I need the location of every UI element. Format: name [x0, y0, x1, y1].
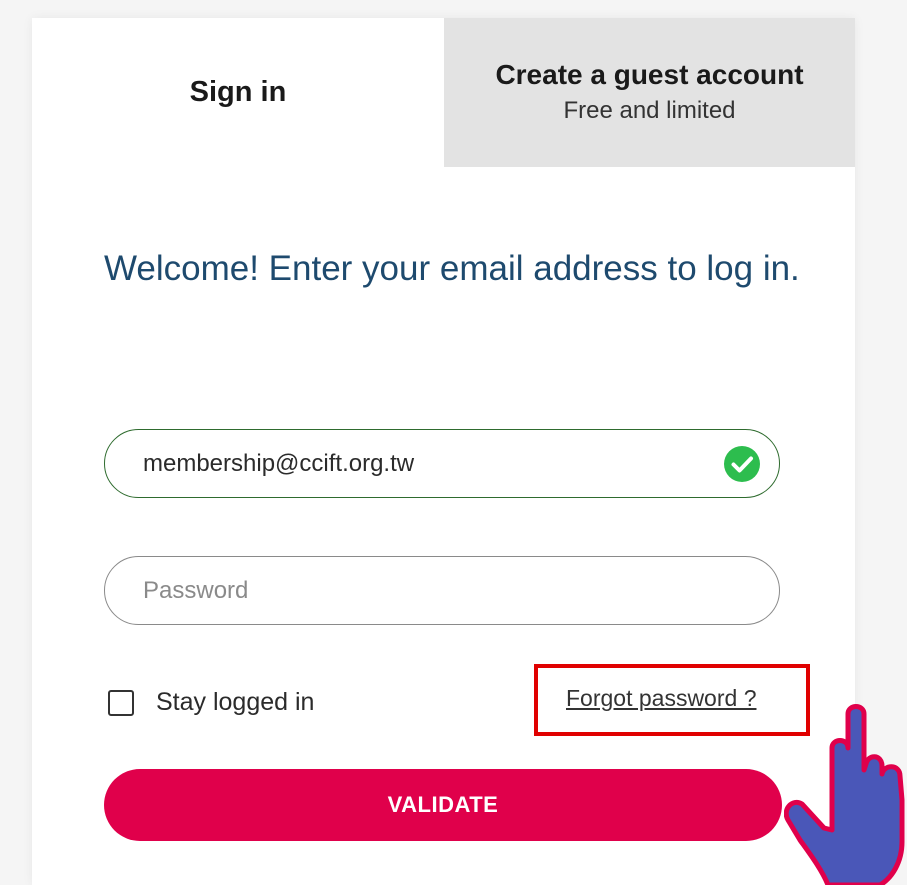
- welcome-message: Welcome! Enter your email address to log…: [104, 249, 800, 288]
- validate-button[interactable]: VALIDATE: [104, 769, 782, 841]
- tab-sign-in-label: Sign in: [189, 76, 287, 108]
- tab-sign-in[interactable]: Sign in: [32, 18, 444, 167]
- pointing-hand-icon: [784, 704, 905, 885]
- email-field-wrapper: [104, 429, 780, 498]
- email-input[interactable]: [143, 449, 703, 478]
- stay-logged-in-row[interactable]: Stay logged in: [108, 688, 314, 717]
- tab-guest-title: Create a guest account: [495, 58, 804, 90]
- password-input[interactable]: [143, 576, 703, 605]
- forgot-password-link[interactable]: Forgot password ?: [566, 685, 756, 712]
- login-card: Sign in Create a guest account Free and …: [32, 18, 855, 885]
- password-field-wrapper: [104, 556, 780, 625]
- stay-logged-in-label: Stay logged in: [156, 688, 315, 716]
- tab-guest-subtitle: Free and limited: [563, 96, 736, 124]
- tab-create-guest-account[interactable]: Create a guest account Free and limited: [444, 18, 855, 167]
- check-circle-icon: [724, 446, 760, 482]
- stay-logged-in-checkbox[interactable]: [108, 689, 134, 716]
